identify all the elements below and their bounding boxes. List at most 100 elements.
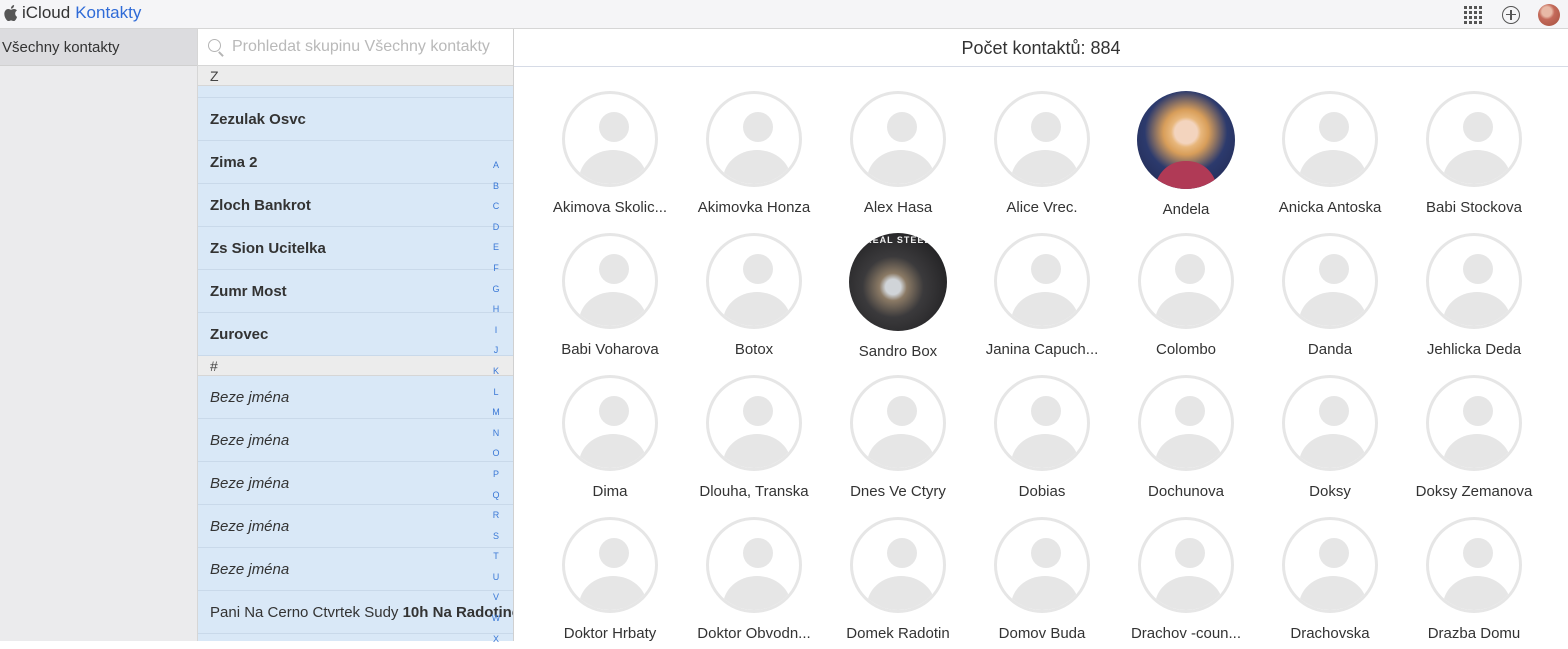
alphabet-letter[interactable]: H xyxy=(488,299,504,320)
brand[interactable]: iCloud Kontakty xyxy=(4,3,141,23)
list-item[interactable]: Zloch Bankrot xyxy=(198,184,513,227)
alphabet-letter[interactable]: O xyxy=(488,443,504,464)
contact-name: Dima xyxy=(592,483,628,500)
contact-card[interactable]: Akimovka Honza xyxy=(684,91,824,216)
section-header-hash: # xyxy=(198,356,513,376)
alphabet-letter[interactable]: J xyxy=(488,340,504,361)
contact-name: Danda xyxy=(1307,341,1353,358)
contact-card[interactable]: Anicka Antoska xyxy=(1260,91,1400,216)
section-header-z: Z xyxy=(198,66,513,86)
contact-name: Dochunova xyxy=(1148,483,1224,500)
alphabet-letter[interactable]: B xyxy=(488,176,504,197)
alphabet-letter[interactable]: M xyxy=(488,402,504,423)
contact-card[interactable]: Dnes Ve Ctyry xyxy=(828,375,968,500)
alphabet-letter[interactable]: R xyxy=(488,505,504,526)
main-panel: Počet kontaktů: 884 Akimova Skolic... Aki… xyxy=(514,29,1568,642)
alphabet-letter[interactable]: K xyxy=(488,361,504,382)
contact-card[interactable]: Botox xyxy=(684,233,824,358)
groups-sidebar: Všechny kontakty xyxy=(0,29,198,641)
contact-card[interactable]: Akimova Skolic... xyxy=(540,91,680,216)
contact-card[interactable]: Drachovska xyxy=(1260,517,1400,642)
person-placeholder-icon xyxy=(1426,517,1522,613)
contact-name: Doksy xyxy=(1309,483,1351,500)
contact-card[interactable]: Doktor Obvodn... xyxy=(684,517,824,642)
sidebar-item-all-contacts[interactable]: Všechny kontakty xyxy=(0,29,197,66)
account-avatar[interactable] xyxy=(1538,3,1560,26)
list-item[interactable]: Zima 2 xyxy=(198,141,513,184)
contact-name: Sandro Box xyxy=(858,343,938,360)
contact-name: Alex Hasa xyxy=(863,199,933,216)
contact-card[interactable]: Alice Vrec. xyxy=(972,91,1112,216)
contact-name: Colombo xyxy=(1155,341,1217,358)
contact-card[interactable]: REAL STEEL Sandro Box xyxy=(828,233,968,360)
list-item[interactable]: Beze jména xyxy=(198,419,513,462)
contact-photo: REAL STEEL xyxy=(849,233,947,331)
contact-card[interactable]: Dobias xyxy=(972,375,1112,500)
contact-name: Domov Buda xyxy=(998,625,1086,642)
contact-card[interactable]: Danda xyxy=(1260,233,1400,358)
alphabet-letter[interactable]: F xyxy=(488,258,504,279)
alphabet-letter[interactable]: T xyxy=(488,546,504,567)
brand-label: iCloud xyxy=(22,3,71,22)
person-placeholder-icon xyxy=(1426,233,1522,329)
contact-card[interactable]: Andela xyxy=(1116,91,1256,218)
contact-card[interactable]: Dochunova xyxy=(1116,375,1256,500)
person-placeholder-icon xyxy=(1282,91,1378,187)
list-item[interactable]: Zezulak Osvc xyxy=(198,98,513,141)
contact-name: Doktor Obvodn... xyxy=(697,625,811,642)
alphabet-letter[interactable]: X xyxy=(488,629,504,649)
alphabet-letter[interactable]: S xyxy=(488,526,504,547)
search-icon xyxy=(208,39,224,55)
list-item[interactable]: Zumr Most xyxy=(198,270,513,313)
contact-card[interactable]: Doksy Zemanova xyxy=(1404,375,1544,500)
add-contact-icon[interactable] xyxy=(1502,5,1520,24)
alphabet-letter[interactable]: Q xyxy=(488,485,504,506)
contact-card[interactable]: Dlouha, Transka xyxy=(684,375,824,500)
person-placeholder-icon xyxy=(850,375,946,471)
contact-name: Dnes Ve Ctyry xyxy=(850,483,946,500)
alphabet-letter[interactable]: U xyxy=(488,567,504,588)
contact-card[interactable]: Doksy xyxy=(1260,375,1400,500)
app-grid-icon[interactable] xyxy=(1464,5,1482,24)
contact-card[interactable]: Janina Capuch... xyxy=(972,233,1112,358)
contact-name: Drachovska xyxy=(1290,625,1370,642)
alphabet-letter[interactable]: D xyxy=(488,217,504,238)
contact-card[interactable]: Drazba Domu xyxy=(1404,517,1544,642)
list-item[interactable]: Zurovec xyxy=(198,313,513,356)
contact-card[interactable]: Drachov -coun... xyxy=(1116,517,1256,642)
alphabet-letter[interactable]: N xyxy=(488,423,504,444)
contact-name: Dobias xyxy=(1018,483,1066,500)
list-item[interactable]: Beze jména xyxy=(198,505,513,548)
contact-name: Andela xyxy=(1162,201,1210,218)
contact-card[interactable]: Domek Radotin xyxy=(828,517,968,642)
alphabet-letter[interactable]: L xyxy=(488,382,504,403)
alphabet-letter[interactable]: P xyxy=(488,464,504,485)
person-placeholder-icon xyxy=(706,517,802,613)
contact-card[interactable]: Babi Stockova xyxy=(1404,91,1544,216)
contact-card[interactable]: Doktor Hrbaty xyxy=(540,517,680,642)
person-placeholder-icon xyxy=(1282,233,1378,329)
alphabet-letter[interactable]: E xyxy=(488,237,504,258)
alphabet-letter[interactable]: C xyxy=(488,196,504,217)
alphabet-letter[interactable]: W xyxy=(488,608,504,629)
list-item[interactable]: Beze jména xyxy=(198,462,513,505)
contact-card[interactable]: Alex Hasa xyxy=(828,91,968,216)
list-item[interactable]: Beze jména xyxy=(198,548,513,591)
contact-card[interactable]: Colombo xyxy=(1116,233,1256,358)
contact-card[interactable]: Babi Voharova xyxy=(540,233,680,358)
list-item[interactable]: Beze jména xyxy=(198,376,513,419)
alphabet-letter[interactable]: V xyxy=(488,587,504,608)
contact-card[interactable]: Domov Buda xyxy=(972,517,1112,642)
search-input[interactable] xyxy=(232,38,507,56)
alphabet-letter[interactable]: G xyxy=(488,279,504,300)
list-item-partial[interactable] xyxy=(198,86,513,98)
alphabet-letter[interactable]: A xyxy=(488,155,504,176)
list-item[interactable]: Zs Sion Ucitelka xyxy=(198,227,513,270)
app-name: Kontakty xyxy=(75,3,142,22)
list-item[interactable]: Pani Na Cerno Ctvrtek Sudy 10h Na Radoti… xyxy=(198,591,513,634)
alphabet-letter[interactable]: I xyxy=(488,320,504,341)
contact-card[interactable]: Jehlicka Deda xyxy=(1404,233,1544,358)
contact-name: Drazba Domu xyxy=(1427,625,1521,642)
person-placeholder-icon xyxy=(850,517,946,613)
contact-card[interactable]: Dima xyxy=(540,375,680,500)
